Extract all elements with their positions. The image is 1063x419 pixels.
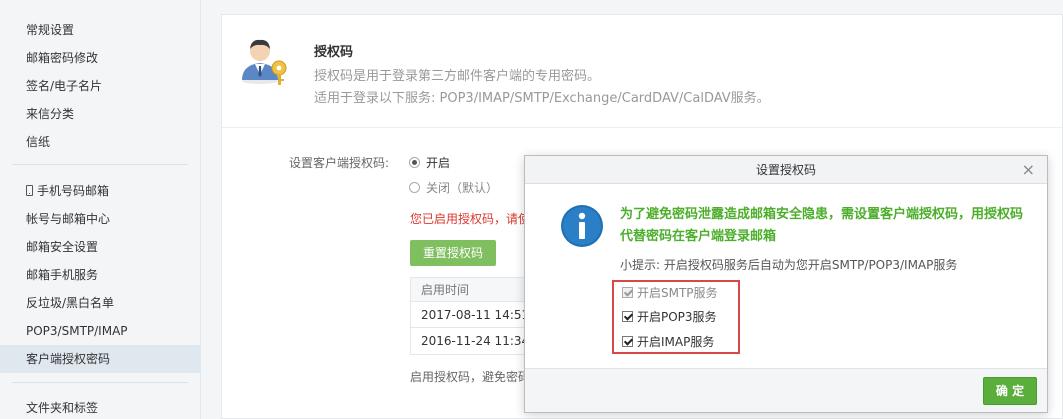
footer-note: 启用授权码，避免密码: [410, 370, 531, 384]
radio-disable-label: 关闭（默认）: [426, 181, 499, 195]
dialog-header: 设置授权码 ×: [525, 156, 1047, 184]
checkbox-imap-box[interactable]: [622, 336, 633, 347]
sidebar-item-label: 帐号与邮箱中心: [26, 212, 111, 226]
radio-on-icon[interactable]: [409, 157, 420, 168]
radio-enable-label: 开启: [426, 156, 451, 170]
checkbox-pop3[interactable]: 开启POP3服务: [622, 308, 717, 325]
checkbox-smtp-label: 开启SMTP服务: [637, 286, 718, 300]
close-icon[interactable]: ×: [1022, 156, 1035, 184]
sidebar: 常规设置 邮箱密码修改 签名/电子名片 来信分类 信纸 手机号码邮箱 帐号与邮箱…: [0, 0, 201, 419]
dialog-footer: 确 定: [525, 368, 1047, 412]
sidebar-item-label: 邮箱密码修改: [26, 51, 99, 65]
sidebar-item-label: 签名/电子名片: [26, 79, 103, 93]
sidebar-item-label: 常规设置: [26, 23, 75, 37]
info-icon: [561, 205, 603, 247]
sidebar-item-mobile-service[interactable]: 邮箱手机服务: [0, 261, 200, 289]
radio-off-icon[interactable]: [409, 182, 420, 193]
radio-disable[interactable]: 关闭（默认）: [409, 179, 498, 196]
sidebar-item-label: 邮箱安全设置: [26, 240, 99, 254]
sidebar-item-label: 邮箱手机服务: [26, 268, 99, 282]
sidebar-item-label: 信纸: [26, 135, 51, 149]
sidebar-item-signature[interactable]: 签名/电子名片: [0, 72, 200, 100]
sidebar-item-security[interactable]: 邮箱安全设置: [0, 233, 200, 261]
checkbox-smtp[interactable]: 开启SMTP服务: [622, 284, 718, 301]
confirm-button[interactable]: 确 定: [983, 377, 1037, 405]
set-auth-code-dialog: 设置授权码 × 为了避免密码泄露造成邮箱安全隐患，需设置客户端授权码，用授权码代…: [524, 155, 1048, 413]
sidebar-item-label: 反垃圾/黑白名单: [26, 296, 115, 310]
sidebar-item-password[interactable]: 邮箱密码修改: [0, 44, 200, 72]
sidebar-divider: [12, 382, 188, 383]
sidebar-item-general[interactable]: 常规设置: [0, 16, 200, 44]
page-title: 授权码: [314, 45, 354, 60]
sidebar-item-label: 来信分类: [26, 107, 75, 121]
radio-enable[interactable]: 开启: [409, 154, 450, 171]
checkbox-imap[interactable]: 开启IMAP服务: [622, 333, 714, 350]
sidebar-item-phone-mailbox[interactable]: 手机号码邮箱: [0, 177, 200, 205]
sidebar-item-stationery[interactable]: 信纸: [0, 128, 200, 156]
sidebar-item-label: 手机号码邮箱: [37, 184, 110, 198]
sidebar-item-label: 文件夹和标签: [26, 401, 99, 415]
sidebar-item-folders-tags[interactable]: 文件夹和标签: [0, 394, 200, 419]
user-key-icon: [242, 39, 287, 85]
checkbox-smtp-box[interactable]: [622, 287, 633, 298]
sidebar-item-mail-filter[interactable]: 来信分类: [0, 100, 200, 128]
sidebar-divider: [12, 164, 188, 165]
dialog-tip: 小提示: 开启授权码服务后自动为您开启SMTP/POP3/IMAP服务: [620, 258, 958, 272]
sidebar-item-account-center[interactable]: 帐号与邮箱中心: [0, 205, 200, 233]
sidebar-item-client-auth-code[interactable]: 客户端授权密码: [0, 345, 200, 373]
phone-icon: [26, 185, 33, 196]
sidebar-item-pop3-smtp-imap[interactable]: POP3/SMTP/IMAP: [0, 317, 200, 345]
checkbox-pop3-label: 开启POP3服务: [637, 310, 717, 324]
checkbox-imap-label: 开启IMAP服务: [637, 335, 715, 349]
sidebar-item-antispam[interactable]: 反垃圾/黑白名单: [0, 289, 200, 317]
checkbox-pop3-box[interactable]: [622, 311, 633, 322]
sidebar-item-label: 客户端授权密码: [26, 352, 111, 366]
dialog-message: 为了避免密码泄露造成邮箱安全隐患，需设置客户端授权码，用授权码代替密码在客户端登…: [620, 207, 1024, 244]
description-line-2: 适用于登录以下服务: POP3/IMAP/SMTP/Exchange/CardD…: [314, 91, 770, 106]
warning-text: 您已启用授权码，请使: [410, 212, 531, 226]
description-line-1: 授权码是用于登录第三方邮件客户端的专用密码。: [314, 69, 601, 84]
dialog-title: 设置授权码: [755, 163, 816, 177]
sidebar-item-label: POP3/SMTP/IMAP: [26, 324, 128, 338]
reset-auth-code-button[interactable]: 重置授权码: [410, 240, 496, 266]
header-divider: [222, 127, 1062, 128]
setting-label: 设置客户端授权码:: [289, 156, 390, 170]
